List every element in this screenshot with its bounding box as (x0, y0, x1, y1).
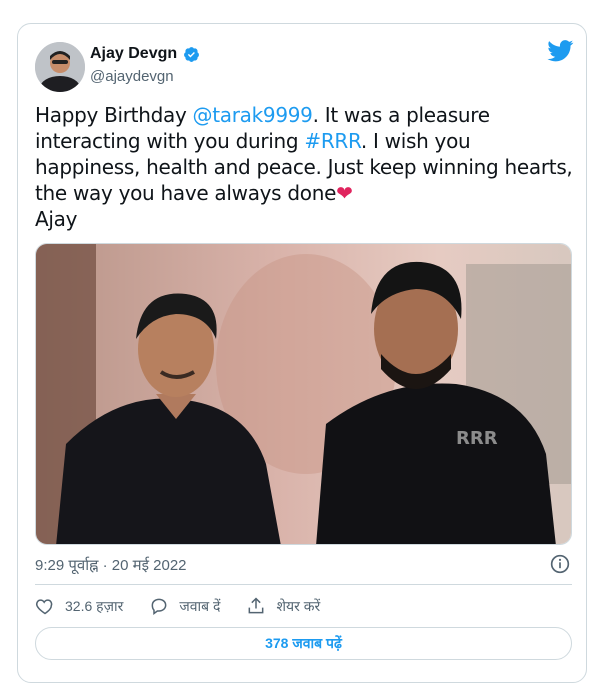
verified-badge-icon (184, 46, 200, 62)
author-name-row[interactable]: Ajay Devgn (90, 45, 200, 63)
photo-illustration: RRR (36, 244, 571, 544)
tweet-signature: Ajay (35, 207, 78, 231)
share-button[interactable]: शेयर करें (246, 596, 320, 616)
like-count: 32.6 हज़ार (65, 597, 124, 614)
heart-emoji: ❤ (336, 181, 353, 205)
tweet-text-part: Happy Birthday (35, 103, 193, 127)
tweet-date[interactable]: 20 मई 2022 (112, 557, 187, 574)
heart-icon (36, 599, 53, 615)
like-button[interactable]: 32.6 हज़ार (35, 596, 123, 616)
reply-label: जवाब दें (179, 597, 221, 614)
hashtag-link[interactable]: #RRR (304, 129, 361, 153)
tweet-time[interactable]: 9:29 पूर्वाह्न (35, 557, 98, 574)
tweet-photo[interactable]: RRR (35, 243, 572, 545)
reply-icon (151, 598, 167, 615)
meta-separator: · (98, 557, 112, 574)
divider (35, 584, 572, 585)
twitter-bird-icon[interactable] (547, 40, 574, 62)
share-label: शेयर करें (276, 597, 321, 614)
author-name[interactable]: Ajay Devgn (90, 45, 177, 63)
svg-text:RRR: RRR (456, 428, 498, 449)
tweet-meta: 9:29 पूर्वाह्न · 20 मई 2022 (35, 555, 187, 575)
avatar[interactable] (35, 42, 85, 92)
share-icon (249, 597, 264, 614)
reply-button[interactable]: जवाब दें (149, 596, 220, 616)
mention-link[interactable]: @tarak9999 (193, 103, 313, 127)
tweet-text: Happy Birthday @tarak9999. It was a plea… (35, 102, 575, 232)
read-replies-button[interactable]: 378 जवाब पढ़ें (35, 627, 572, 660)
info-icon[interactable] (550, 554, 570, 574)
tweet-actions: 32.6 हज़ार जवाब दें शेयर करें (35, 596, 346, 616)
author-handle[interactable]: @ajaydevgn (90, 68, 174, 85)
